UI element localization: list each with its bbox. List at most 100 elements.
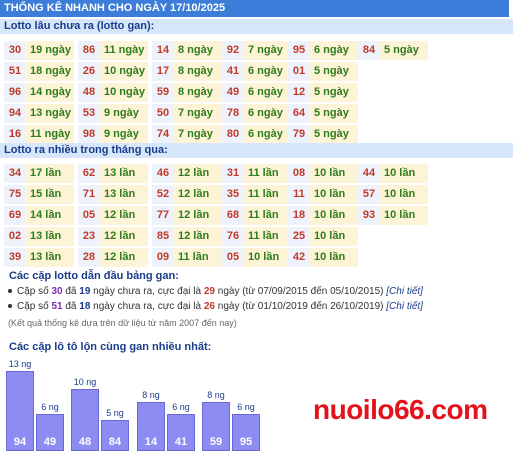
- lotto-number: 14: [152, 41, 174, 60]
- lotto-value: 12 lần: [100, 248, 148, 267]
- section-nhieu-title: Lotto ra nhiều trong tháng qua:: [0, 143, 513, 158]
- stat-cell: 68 11 lần: [222, 206, 292, 225]
- lotto-value: 5 ngày: [380, 41, 428, 60]
- stat-cell: 53 9 ngày: [78, 104, 148, 123]
- lotto-value: 11 lần: [174, 248, 222, 267]
- lotto-value: 11 lần: [244, 206, 292, 225]
- lotto-value: 5 ngày: [310, 62, 358, 81]
- stat-cell: 76 11 lần: [222, 227, 292, 246]
- lotto-number: 95: [288, 41, 310, 60]
- bar-value-label: 6 ng: [172, 402, 190, 412]
- stat-cell: 41 6 ngày: [222, 62, 292, 81]
- lotto-value: 12 lần: [174, 185, 222, 204]
- lotto-value: 17 lần: [26, 164, 74, 183]
- detail-link[interactable]: [Chi tiết]: [386, 301, 423, 312]
- lotto-value: 8 ngày: [174, 62, 222, 81]
- stat-cell: 16 11 ngày: [4, 125, 74, 144]
- lotto-number: 09: [152, 248, 174, 267]
- lotto-value: 14 lần: [26, 206, 74, 225]
- lotto-number: 01: [288, 62, 310, 81]
- lotto-value: 7 ngày: [244, 41, 292, 60]
- stat-cell: 75 15 lần: [4, 185, 74, 204]
- stat-cell: 14 8 ngày: [152, 41, 222, 60]
- lotto-number: 92: [222, 41, 244, 60]
- chart-bar: 48: [71, 389, 99, 451]
- stat-cell: 96 14 ngày: [4, 83, 74, 102]
- stat-cell: 05 10 lần: [222, 248, 292, 267]
- lotto-value: 12 lần: [174, 164, 222, 183]
- lotto-number: 84: [358, 41, 380, 60]
- lotto-value: 10 lần: [310, 164, 358, 183]
- lotto-value: 11 ngày: [26, 125, 74, 144]
- chart-bar: 49: [36, 414, 64, 451]
- lotto-number: 05: [222, 248, 244, 267]
- bar-category-label: 41: [174, 436, 188, 448]
- page-header: THỐNG KÊ NHANH CHO NGÀY 17/10/2025: [0, 0, 509, 17]
- stat-cell: 28 12 lần: [78, 248, 148, 267]
- lotto-number: 62: [78, 164, 100, 183]
- lotto-number: 78: [222, 104, 244, 123]
- lotto-number: 41: [222, 62, 244, 81]
- bar-category-label: 14: [144, 436, 158, 448]
- bullet-icon: [8, 289, 12, 294]
- lotto-number: 17: [152, 62, 174, 81]
- stat-cell: 50 7 ngày: [152, 104, 222, 123]
- lotto-number: 02: [4, 227, 26, 246]
- stat-cell: 49 6 ngày: [222, 83, 292, 102]
- lotto-value: 8 ngày: [174, 83, 222, 102]
- lotto-number: 57: [358, 185, 380, 204]
- bar-value-label: 6 ng: [237, 402, 255, 412]
- bar-value-label: 8 ng: [142, 390, 160, 400]
- lotto-number: 12: [288, 83, 310, 102]
- lotto-number: 64: [288, 104, 310, 123]
- stat-cell: 31 11 lần: [222, 164, 292, 183]
- chart-bar: 59: [202, 402, 230, 451]
- lotto-number: 94: [4, 104, 26, 123]
- lotto-value: 13 lần: [100, 164, 148, 183]
- lotto-value: 10 ngày: [100, 62, 148, 81]
- bar-value-label: 10 ng: [73, 377, 97, 387]
- pair-item: Cặp số 30 đã 19 ngày chưa ra, cực đại là…: [8, 286, 423, 297]
- lotto-number: 46: [152, 164, 174, 183]
- lotto-value: 6 ngày: [310, 41, 358, 60]
- lotto-value: 5 ngày: [310, 125, 358, 144]
- lotto-number: 18: [288, 206, 310, 225]
- lotto-number: 69: [4, 206, 26, 225]
- chart-bar: 41: [167, 414, 195, 451]
- bar-category-label: 95: [239, 436, 253, 448]
- stat-cell: 79 5 ngày: [288, 125, 358, 144]
- lotto-number: 28: [78, 248, 100, 267]
- stat-cell: 86 11 ngày: [78, 41, 148, 60]
- lotto-value: 10 lần: [310, 248, 358, 267]
- lotto-value: 10 lần: [380, 185, 428, 204]
- detail-link[interactable]: [Chi tiết]: [386, 286, 423, 297]
- stat-cell: 94 13 ngày: [4, 104, 74, 123]
- chart-bar: 84: [101, 420, 129, 451]
- lotto-value: 12 lần: [174, 227, 222, 246]
- stat-cell: 85 12 lần: [152, 227, 222, 246]
- lotto-number: 93: [358, 206, 380, 225]
- lotto-value: 9 ngày: [100, 125, 148, 144]
- bar-category-label: 48: [78, 436, 92, 448]
- stat-cell: 42 10 lần: [288, 248, 358, 267]
- lotto-number: 79: [288, 125, 310, 144]
- lotto-number: 59: [152, 83, 174, 102]
- stat-cell: 17 8 ngày: [152, 62, 222, 81]
- lotto-number: 80: [222, 125, 244, 144]
- lotto-number: 74: [152, 125, 174, 144]
- stat-cell: 39 13 lần: [4, 248, 74, 267]
- lotto-number: 34: [4, 164, 26, 183]
- stat-cell: 11 10 lần: [288, 185, 358, 204]
- lotto-value: 5 ngày: [310, 104, 358, 123]
- stat-cell: 30 19 ngày: [4, 41, 74, 60]
- lotto-number: 25: [288, 227, 310, 246]
- lotto-number: 51: [4, 62, 26, 81]
- lotto-value: 19 ngày: [26, 41, 74, 60]
- lotto-number: 30: [4, 41, 26, 60]
- stat-cell: 35 11 lần: [222, 185, 292, 204]
- lotto-value: 6 ngày: [244, 62, 292, 81]
- stat-cell: 34 17 lần: [4, 164, 74, 183]
- lotto-value: 6 ngày: [244, 125, 292, 144]
- lotto-value: 13 lần: [26, 248, 74, 267]
- lotto-number: 26: [78, 62, 100, 81]
